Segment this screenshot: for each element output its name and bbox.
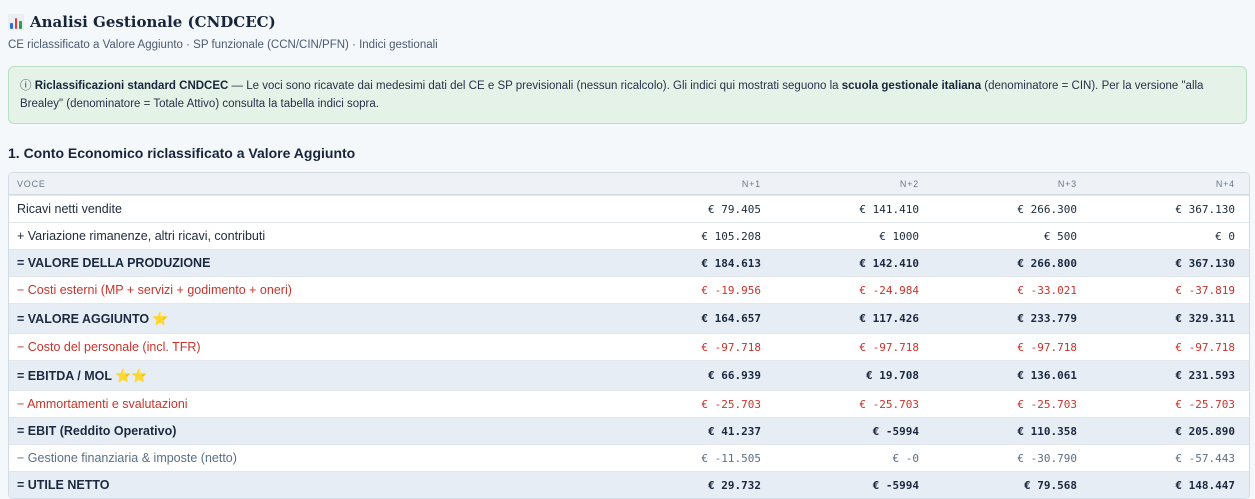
row-value: € 41.237 [708,424,761,438]
table-row: − Ammortamenti e svalutazioni € -25.703 … [9,390,1249,417]
row-value: € 184.613 [701,256,761,270]
row-value: € 231.593 [1175,369,1235,382]
table-row-total: = VALORE AGGIUNTO ⭐ € 164.657 € 117.426 €… [9,303,1249,333]
row-value: € 141.410 [859,202,919,216]
ce-table: VOCE N+1 N+2 N+3 N+4 Ricavi netti vendit… [8,172,1250,499]
row-label: − Ammortamenti e svalutazioni [17,397,188,411]
row-label: = VALORE DELLA PRODUZIONE [17,256,211,270]
row-value: € 148.447 [1175,478,1235,492]
table-row-total: = VALORE DELLA PRODUZIONE € 184.613 € 14… [9,249,1249,276]
row-value: € 79.568 [1024,478,1077,492]
section-title: 1. Conto Economico riclassificato a Valo… [8,145,356,161]
page-title: Analisi Gestionale (CNDCEC) [30,13,276,31]
row-value: € -30.790 [1017,451,1077,465]
row-value: € 142.410 [859,256,919,270]
row-value: € -11.505 [701,451,761,465]
row-value: € -37.819 [1175,283,1235,297]
row-value: € 367.130 [1175,256,1235,270]
row-value: € -25.703 [859,397,919,411]
row-label: − Gestione finanziaria & imposte (netto) [17,451,237,465]
row-value: € -97.718 [1175,340,1235,354]
row-value: € 329.311 [1175,312,1235,325]
row-label: = VALORE AGGIUNTO [17,311,150,326]
row-value: € 1000 [879,229,919,243]
row-value: € -25.703 [1175,397,1235,411]
row-value: € -25.703 [1017,397,1077,411]
page-subtitle: CE riclassificato a Valore Aggiunto · SP… [8,39,438,51]
star-icon: ⭐ [152,310,169,326]
table-row: − Costi esterni (MP + servizi + godiment… [9,276,1249,303]
table-row-total: = EBITDA / MOL ⭐⭐ € 66.939 € 19.708 € 136… [9,360,1249,390]
column-header-n3: N+3 [1057,178,1077,189]
row-label: − Costo del personale (incl. TFR) [17,340,201,354]
table-row-total: = EBIT (Reddito Operativo) € 41.237 € -5… [9,417,1249,444]
row-label-with-stars: = EBITDA / MOL ⭐⭐ [9,368,617,384]
row-value: € -97.718 [1017,340,1077,354]
info-banner: ⓘ Riclassificazioni standard CNDCEC — Le… [8,66,1247,124]
row-value: € 0 [1215,229,1235,243]
row-value: € 117.426 [859,312,919,325]
table-row: + Variazione rimanenze, altri ricavi, co… [9,222,1249,249]
row-value: € 164.657 [701,312,761,325]
row-value: € 500 [1043,229,1077,243]
row-value: € -5994 [872,478,919,492]
bar-chart-icon [8,14,24,30]
row-value: € -19.956 [701,283,761,297]
row-label: + Variazione rimanenze, altri ricavi, co… [17,229,266,243]
row-value: € 205.890 [1175,424,1235,438]
row-value: € -97.718 [701,340,761,354]
column-header-n4: N+4 [1215,178,1235,189]
row-value: € 233.779 [1017,312,1077,325]
row-value: € 266.800 [1017,256,1077,270]
row-value: € -5994 [872,424,919,438]
row-label-with-star: = VALORE AGGIUNTO ⭐ [9,311,617,327]
banner-bold-title: Riclassificazioni standard CNDCEC [34,80,229,92]
column-header-n2: N+2 [899,178,919,189]
row-value: € -57.443 [1175,451,1235,465]
row-label: = EBITDA / MOL [17,368,113,383]
info-icon: ⓘ [20,80,32,92]
row-value: € -24.984 [859,283,919,297]
table-row: − Costo del personale (incl. TFR) € -97.… [9,333,1249,360]
row-value: € 105.208 [701,229,761,243]
header: Analisi Gestionale (CNDCEC) [8,10,1247,34]
star-icon: ⭐⭐ [115,367,148,383]
banner-bold-school: scuola gestionale italiana [841,80,982,92]
row-value: € 66.939 [708,369,761,382]
row-value: € 19.708 [866,369,919,382]
page: Analisi Gestionale (CNDCEC) CE riclassif… [0,0,1255,499]
column-header-voce: VOCE [17,178,46,189]
row-value: € 266.300 [1017,202,1077,216]
table-row: − Gestione finanziaria & imposte (netto)… [9,444,1249,471]
row-label: − Costi esterni (MP + servizi + godiment… [17,283,292,297]
banner-text-1: — Le voci sono ricavate dai medesimi dat… [228,80,842,92]
row-value: € 29.732 [708,478,761,492]
row-label: = UTILE NETTO [17,478,110,492]
table-row-total: = UTILE NETTO € 29.732 € -5994 € 79.568 … [9,471,1249,498]
row-value: € 79.405 [708,202,761,216]
row-value: € 136.061 [1017,369,1077,382]
row-value: € -33.021 [1017,283,1077,297]
table-header: VOCE N+1 N+2 N+3 N+4 [9,173,1249,195]
row-value: € 367.130 [1175,202,1235,216]
row-value: € 110.358 [1017,424,1077,438]
row-label: = EBIT (Reddito Operativo) [17,424,177,438]
table-row: Ricavi netti vendite € 79.405 € 141.410 … [9,195,1249,222]
row-value: € -97.718 [859,340,919,354]
row-label: Ricavi netti vendite [17,202,122,216]
row-value: € -0 [892,451,920,465]
row-value: € -25.703 [701,397,761,411]
column-header-n1: N+1 [741,178,761,189]
